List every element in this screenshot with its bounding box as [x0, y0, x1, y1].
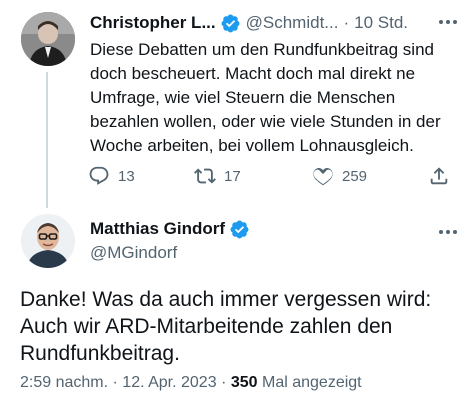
verified-badge-icon	[220, 13, 241, 34]
retweet-icon	[194, 168, 216, 184]
separator-dot: ·	[343, 13, 350, 32]
author-name[interactable]: Christopher L...	[90, 13, 216, 33]
share-button[interactable]	[428, 164, 450, 188]
reply-count: 13	[118, 167, 135, 185]
avatar-photo	[21, 12, 75, 66]
thread-connector-line	[46, 72, 48, 208]
retweet-count: 17	[224, 167, 241, 185]
more-icon[interactable]	[436, 222, 460, 242]
reply-button[interactable]: 13	[88, 164, 135, 188]
verified-badge-icon	[229, 219, 250, 240]
tweet-text: Diese Debatten um den Rundfunkbeitrag si…	[90, 40, 441, 155]
author-handle[interactable]: @MGindorf	[90, 243, 177, 263]
like-count: 259	[342, 167, 368, 185]
separator-dot: ·	[112, 374, 118, 391]
tweet-actions: 13 17 259	[88, 164, 460, 188]
retweet-button[interactable]: 17	[194, 164, 241, 188]
tweet-time[interactable]: 2:59 nachm.	[20, 374, 108, 391]
separator-dot: ·	[221, 374, 227, 391]
views-count[interactable]: 350	[231, 374, 258, 391]
tweet-date[interactable]: 12. Apr. 2023	[122, 374, 216, 391]
tweet-time[interactable]: 10 Std.	[354, 13, 408, 33]
reply-icon	[89, 166, 109, 185]
like-icon	[313, 167, 333, 186]
more-icon[interactable]	[436, 12, 460, 32]
tweet-header: Christopher L... @Schmidt... · 10 Std.	[90, 12, 460, 34]
tweet-text: Danke! Was da auch immer vergessen wird:…	[20, 288, 432, 365]
author-handle[interactable]: @Schmidt...	[246, 13, 339, 33]
avatar[interactable]	[21, 12, 75, 66]
avatar-photo	[21, 214, 75, 268]
views-label: Mal angezeigt	[262, 374, 362, 391]
author-name[interactable]: Matthias Gindorf	[90, 219, 225, 239]
share-icon	[430, 167, 448, 185]
author-name-row: Matthias Gindorf	[90, 218, 255, 240]
tweet-meta: 2:59 nachm. · 12. Apr. 2023 · 350 Mal an…	[20, 374, 362, 392]
avatar[interactable]	[21, 214, 75, 268]
like-button[interactable]: 259	[312, 164, 367, 188]
